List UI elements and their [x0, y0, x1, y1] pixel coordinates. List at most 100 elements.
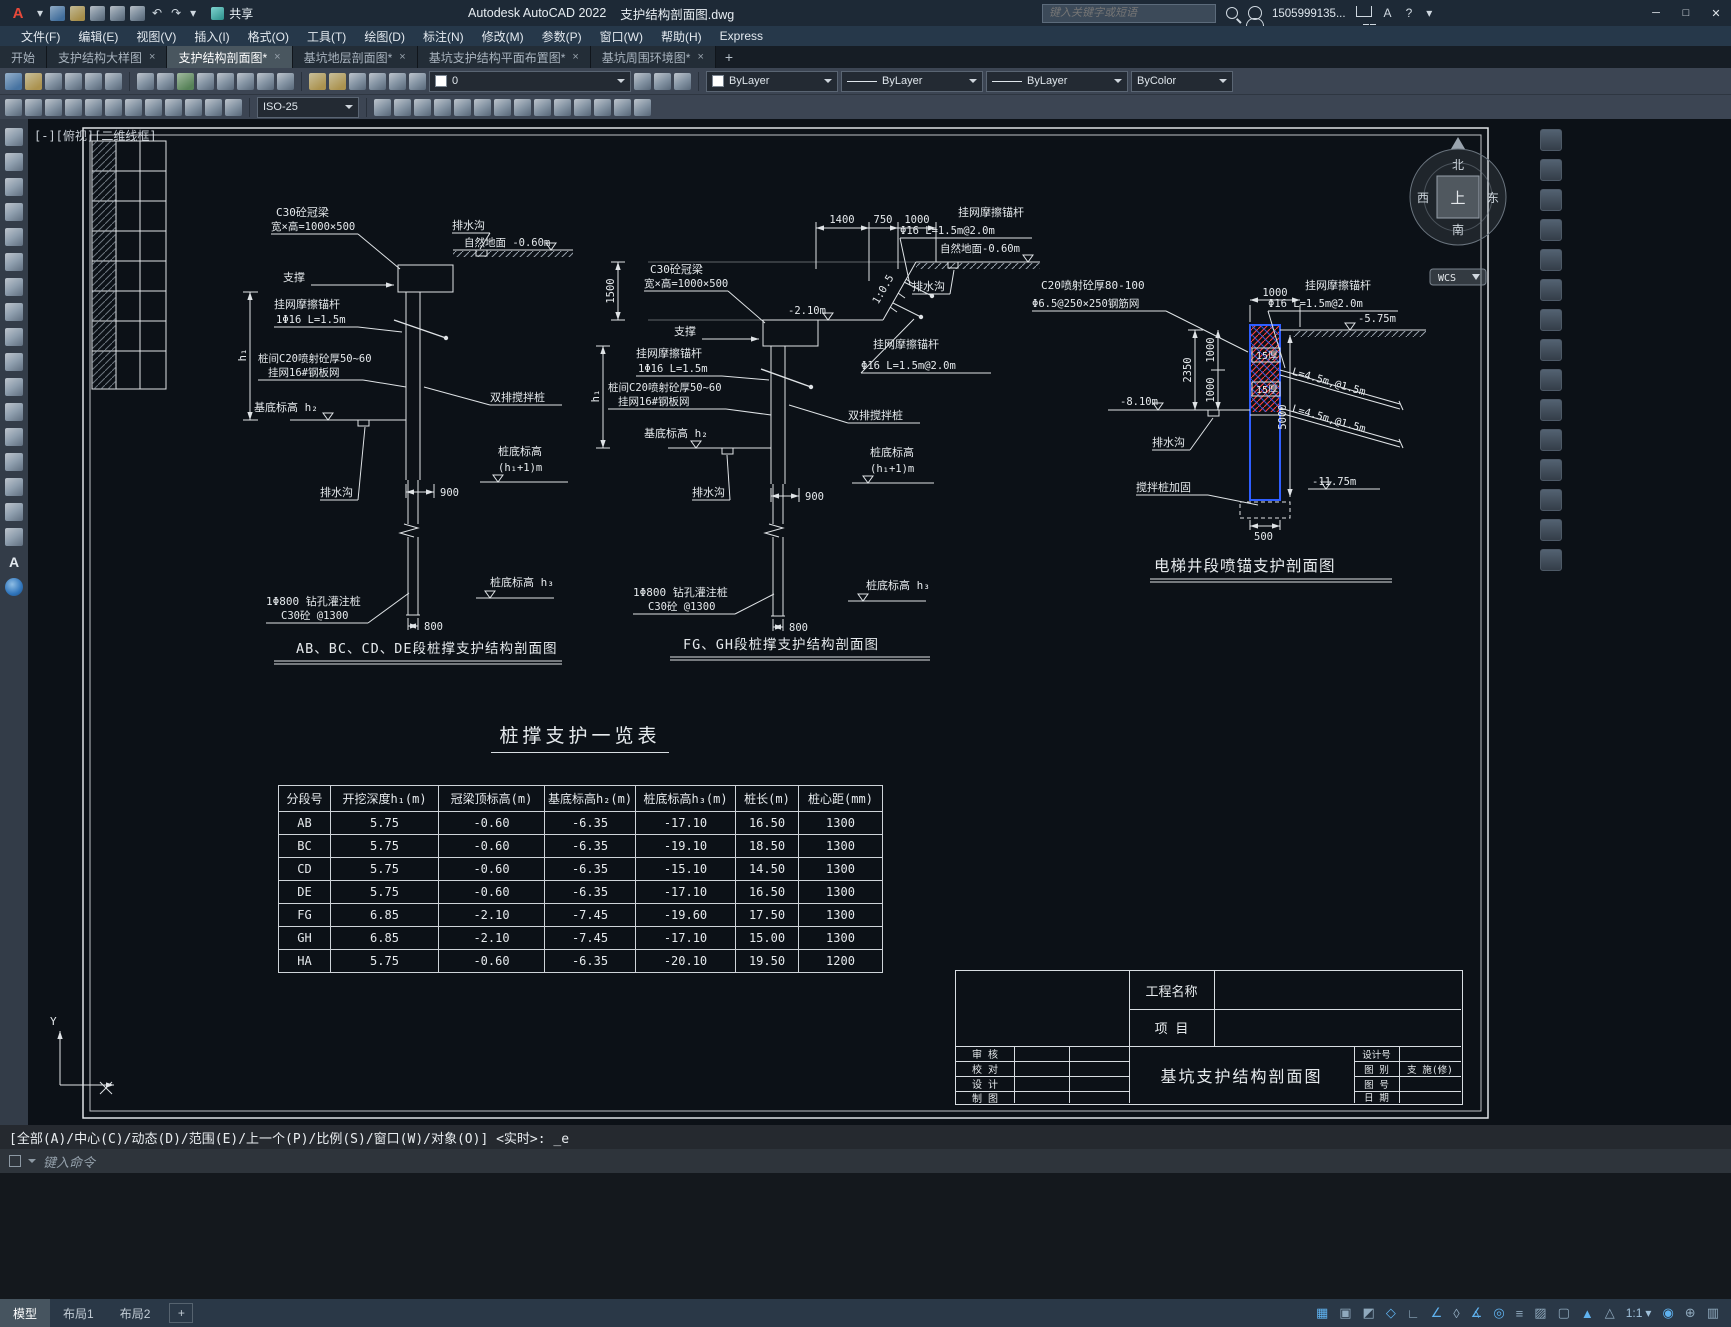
- pan-tool-icon[interactable]: [1540, 519, 1562, 541]
- username[interactable]: 1505999135...: [1272, 8, 1346, 20]
- match-properties-icon[interactable]: [197, 72, 214, 90]
- wcs-selector[interactable]: WCS: [1438, 273, 1456, 284]
- spline-icon[interactable]: [5, 328, 23, 346]
- menu-modify[interactable]: 修改(M): [473, 28, 533, 45]
- dynamic-input-icon[interactable]: ◇: [1386, 1305, 1396, 1321]
- hatch-editor-icon[interactable]: [1540, 279, 1562, 301]
- blocks-palette-icon[interactable]: [1540, 189, 1562, 211]
- named-views-icon[interactable]: [1540, 369, 1562, 391]
- zoom-icon[interactable]: [277, 72, 294, 90]
- tolerance-icon[interactable]: [225, 98, 242, 116]
- polygon-icon[interactable]: [5, 203, 23, 221]
- clean-screen-icon[interactable]: ▥: [1707, 1305, 1719, 1321]
- layer-walk-icon[interactable]: [409, 72, 426, 90]
- dim-aligned-icon[interactable]: [25, 98, 42, 116]
- qat-undo-icon[interactable]: ↶: [150, 7, 164, 19]
- copy-object-icon[interactable]: [394, 98, 411, 116]
- close-button[interactable]: ✕: [1701, 0, 1731, 26]
- navigation-bar-icon[interactable]: [1540, 429, 1562, 451]
- menu-edit[interactable]: 编辑(E): [69, 28, 127, 45]
- drawing-area[interactable]: [-][俯视][二维线框] 排水沟 自然地面 -0.60m C30砼冠梁 宽×高…: [28, 119, 1731, 1125]
- menu-file[interactable]: 文件(F): [12, 28, 69, 45]
- compass-west[interactable]: 西: [1417, 191, 1429, 205]
- point-icon[interactable]: [5, 428, 23, 446]
- leader-icon[interactable]: [205, 98, 222, 116]
- qat-saveas-icon[interactable]: [110, 5, 126, 21]
- move-icon[interactable]: [374, 98, 391, 116]
- qat-save-icon[interactable]: [90, 5, 106, 21]
- menu-view[interactable]: 视图(V): [127, 28, 185, 45]
- tab-doc-1-active[interactable]: 支护结构剖面图* ×: [167, 46, 293, 68]
- tab-close-icon[interactable]: ×: [149, 51, 155, 63]
- dim-diameter-icon[interactable]: [105, 98, 122, 116]
- tab-doc-2[interactable]: 基坑地层剖面图* ×: [292, 46, 418, 68]
- offset-icon[interactable]: [634, 98, 651, 116]
- circle-icon[interactable]: [5, 278, 23, 296]
- paste-icon[interactable]: [177, 72, 194, 90]
- snap-icon[interactable]: ▣: [1339, 1305, 1351, 1321]
- properties-palette-icon[interactable]: [1540, 129, 1562, 151]
- layout1-tab[interactable]: 布局1: [50, 1299, 107, 1327]
- search-input[interactable]: [1042, 3, 1216, 23]
- menu-help[interactable]: 帮助(H): [652, 28, 711, 45]
- fillet-icon[interactable]: [534, 98, 551, 116]
- zoom-extents-icon[interactable]: [1540, 549, 1562, 571]
- explode-icon[interactable]: [614, 98, 631, 116]
- hatch-icon[interactable]: [5, 453, 23, 471]
- open-icon[interactable]: [25, 72, 42, 90]
- mtext-icon[interactable]: A: [5, 553, 23, 571]
- undo-icon[interactable]: [217, 72, 234, 90]
- orbit-icon[interactable]: [1540, 489, 1562, 511]
- help-icon[interactable]: ?: [1404, 7, 1415, 19]
- drawing-canvas-svg[interactable]: 排水沟 自然地面 -0.60m C30砼冠梁 宽×高=1000×500 支撑 挂…: [28, 119, 1731, 1125]
- insert-block-icon[interactable]: [5, 378, 23, 396]
- copy-icon[interactable]: [157, 72, 174, 90]
- command-input[interactable]: 键入命令: [0, 1149, 1731, 1173]
- scale-icon[interactable]: [474, 98, 491, 116]
- selection-cycling-icon[interactable]: ▢: [1558, 1305, 1570, 1321]
- trim-icon[interactable]: [494, 98, 511, 116]
- new-layout-button[interactable]: +: [169, 1303, 194, 1323]
- pan-icon[interactable]: [257, 72, 274, 90]
- region-icon[interactable]: [5, 503, 23, 521]
- model-tab[interactable]: 模型: [0, 1299, 51, 1327]
- quick-dim-icon[interactable]: [145, 98, 162, 116]
- isolate-objects-icon[interactable]: ⊕: [1685, 1305, 1696, 1321]
- tab-doc-3[interactable]: 基坑支护结构平面布置图* ×: [417, 46, 591, 68]
- menu-insert[interactable]: 插入(I): [185, 28, 238, 45]
- layer-lock-icon[interactable]: [389, 72, 406, 90]
- layout2-tab[interactable]: 布局2: [107, 1299, 164, 1327]
- dim-angular-icon[interactable]: [125, 98, 142, 116]
- menu-window[interactable]: 窗口(W): [591, 28, 652, 45]
- maximize-button[interactable]: □: [1671, 0, 1701, 26]
- menu-tools[interactable]: 工具(T): [298, 28, 355, 45]
- cut-icon[interactable]: [137, 72, 154, 90]
- qat-plot-icon[interactable]: [130, 5, 146, 21]
- publish-icon[interactable]: [105, 72, 122, 90]
- new-icon[interactable]: [5, 72, 22, 90]
- qat-customize-caret-icon[interactable]: ▾: [188, 7, 198, 19]
- qat-open-icon[interactable]: [70, 5, 86, 21]
- arc-icon[interactable]: [5, 253, 23, 271]
- redo-icon[interactable]: [237, 72, 254, 90]
- point-style-icon[interactable]: [5, 578, 23, 596]
- polyline-icon[interactable]: [5, 178, 23, 196]
- recent-commands-icon[interactable]: [28, 1159, 36, 1163]
- layer-properties-icon[interactable]: [309, 72, 326, 90]
- mirror-icon[interactable]: [454, 98, 471, 116]
- osnap-tracking-icon[interactable]: ∡: [1471, 1305, 1483, 1321]
- notifications-icon[interactable]: A: [1382, 7, 1394, 19]
- extend-icon[interactable]: [514, 98, 531, 116]
- revision-cloud-icon[interactable]: [5, 303, 23, 321]
- infer-constraints-icon[interactable]: ◩: [1363, 1305, 1375, 1321]
- baseline-dim-icon[interactable]: [165, 98, 182, 116]
- qat-redo-icon[interactable]: ↷: [169, 7, 183, 19]
- color-combo[interactable]: ByLayer: [706, 70, 838, 92]
- polar-tracking-icon[interactable]: ∠: [1431, 1305, 1443, 1321]
- plot-icon[interactable]: [65, 72, 82, 90]
- previous-layer-icon[interactable]: [674, 72, 691, 90]
- rectangle-icon[interactable]: [5, 228, 23, 246]
- erase-icon[interactable]: [594, 98, 611, 116]
- annotation-scale-button[interactable]: 1:1 ▾: [1626, 1306, 1652, 1320]
- dimstyle-combo[interactable]: ISO-25: [257, 96, 359, 118]
